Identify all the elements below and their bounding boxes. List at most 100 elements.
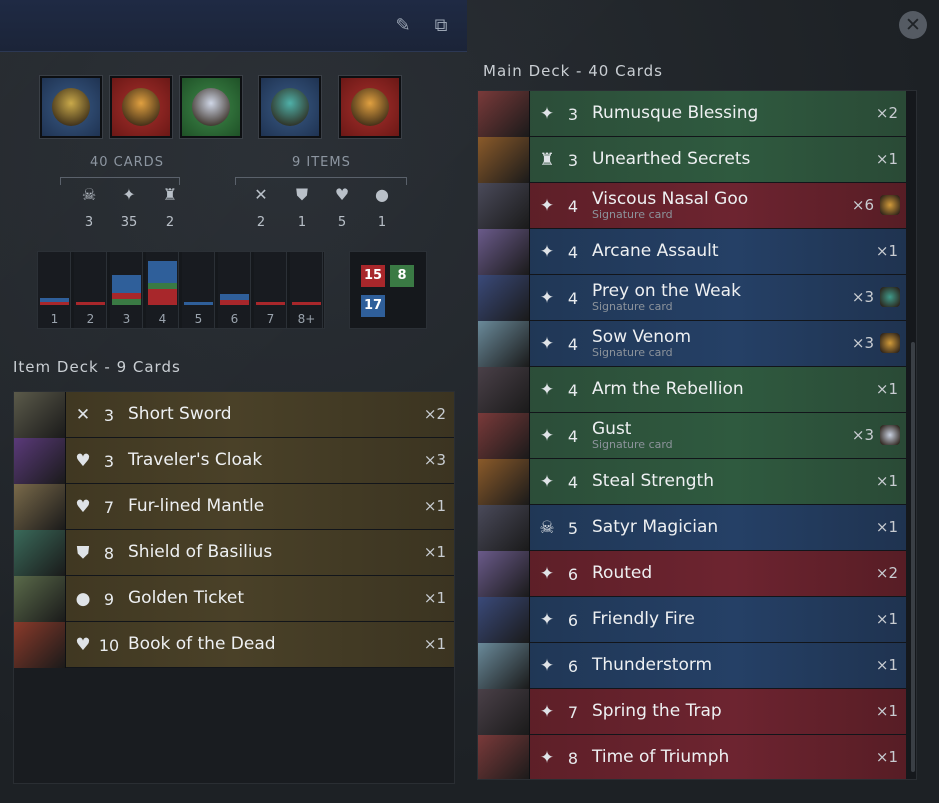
card-cost: 5 [567,518,579,538]
card-art-thumbnail [478,367,530,413]
curve-bar-blue [220,294,249,300]
curve-label: 1 [50,312,59,326]
curve-bar-red [292,302,321,305]
card-art-thumbnail [478,505,530,551]
card-row[interactable]: ♥ 10 Book of the Dead ×1 [14,622,454,668]
card-row[interactable]: ✦ 4 Viscous Nasal Goo Signature card ×6 [478,183,906,229]
card-cost: 4 [567,380,579,400]
hero-portrait[interactable] [110,76,172,138]
hero-portrait[interactable] [339,76,401,138]
card-cost: 3 [567,150,579,170]
card-row[interactable]: ♜ 3 Unearthed Secrets ×1 [478,137,906,183]
card-row[interactable]: ✕ 3 Short Sword ×2 [14,392,454,438]
card-row[interactable]: ✦ 4 Arm the Rebellion ×1 [478,367,906,413]
curve-column-3: 3 [110,252,143,328]
curve-bar-red [112,293,141,299]
card-body: ✕ 3 Short Sword ×2 [66,392,454,438]
card-count: ×3 [851,426,874,444]
spell-icon: ✦ [539,656,555,676]
card-row[interactable]: ✦ 8 Time of Triumph ×1 [478,735,906,779]
card-name-text: Arcane Assault [592,241,719,262]
cards-count-label: 40 CARDS [90,155,164,170]
card-row[interactable]: ✦ 6 Friendly Fire ×1 [478,597,906,643]
card-body: ✦ 4 Prey on the Weak Signature card ×3 [530,275,906,321]
card-name: Unearthed Secrets [592,150,750,169]
card-name: Satyr Magician [592,517,719,538]
card-row[interactable]: ☠ 5 Satyr Magician ×1 [478,505,906,551]
card-row[interactable]: ♥ 3 Traveler's Cloak ×3 [14,438,454,484]
card-name: Short Sword [128,405,232,424]
spell-icon: ✦ [539,380,555,400]
armor-icon: ⛊ [295,185,308,204]
close-icon[interactable]: ✕ [899,11,927,39]
card-count: ×6 [851,196,874,214]
card-cost: 9 [103,589,115,609]
card-row[interactable]: ⛊ 8 Shield of Basilius ×1 [14,530,454,576]
card-row[interactable]: ✦ 4 Arcane Assault ×1 [478,229,906,275]
stat-value: 1 [377,215,387,230]
card-name-text: Prey on the Weak [592,281,741,302]
card-body: ✦ 4 Arcane Assault ×1 [530,229,906,275]
signature-label: Signature card [592,300,673,314]
card-count: ×1 [875,610,898,628]
curve-label: 2 [86,312,95,326]
main-deck-list[interactable]: ✦ 3 Rumusque Blessing ×2 ♜ 3 Unearthed Secrets… [477,90,917,780]
card-row[interactable]: ✦ 4 Sow Venom Signature card ×3 [478,321,906,367]
card-name-text: Gust [592,419,632,440]
curve-column-2: 2 [74,252,107,328]
card-row[interactable]: ● 9 Golden Ticket ×1 [14,576,454,622]
main-deck-scrollbar[interactable] [911,342,915,772]
improvement-icon: ♜ [539,150,555,170]
card-count: ×2 [875,104,898,122]
card-name: Friendly Fire [592,609,695,630]
card-row[interactable]: ✦ 6 Routed ×2 [478,551,906,597]
card-row[interactable]: ✦ 4 Prey on the Weak Signature card ×3 [478,275,906,321]
card-row[interactable]: ♥ 7 Fur-lined Mantle ×1 [14,484,454,530]
card-count: ×1 [423,635,446,653]
card-name: Sow Venom Signature card [592,327,692,358]
card-art-thumbnail [14,392,66,438]
card-count: ×1 [423,589,446,607]
card-count: ×1 [875,472,898,490]
card-name-text: Routed [592,563,653,584]
mana-curve-chart: 1 2 3 4 5 6 7 8+ [37,251,325,329]
creep-icon: ☠ [539,518,555,538]
card-art-thumbnail [14,622,66,668]
consumable-icon: ● [375,185,389,204]
card-cost: 4 [567,426,579,446]
card-cost: 3 [567,104,579,124]
hero-portrait[interactable] [40,76,102,138]
card-art-thumbnail [14,576,66,622]
spell-icon: ✦ [122,185,136,204]
hero-face-icon [192,88,230,126]
card-name-text: Sow Venom [592,327,692,348]
card-body: ✦ 4 Arm the Rebellion ×1 [530,367,906,413]
card-row[interactable]: ✦ 4 Gust Signature card ×3 [478,413,906,459]
edit-icon[interactable]: ✎ [393,16,413,36]
card-name-text: Fur-lined Mantle [128,496,265,517]
spell-icon: ✦ [539,748,555,768]
card-row[interactable]: ✦ 6 Thunderstorm ×1 [478,643,906,689]
card-name-text: Viscous Nasal Goo [592,189,749,210]
signature-label: Signature card [592,438,673,452]
card-body: ♥ 7 Fur-lined Mantle ×1 [66,484,454,530]
copy-icon[interactable]: ⧉ [431,16,451,36]
stat-value: 35 [120,215,138,230]
card-row[interactable]: ✦ 4 Steal Strength ×1 [478,459,906,505]
curve-bar-green [112,299,141,305]
weapon-icon: ✕ [254,185,268,204]
card-name: Routed [592,563,653,584]
curve-column-4: 4 [146,252,179,328]
hero-face-icon [351,88,389,126]
card-row[interactable]: ✦ 3 Rumusque Blessing ×2 [478,91,906,137]
curve-label: 4 [158,312,167,326]
health-icon: ♥ [75,635,91,655]
card-row[interactable]: ✦ 7 Spring the Trap ×1 [478,689,906,735]
card-name-text: Satyr Magician [592,517,719,538]
green-count-badge: 8 [390,265,414,287]
item-deck-list: ✕ 3 Short Sword ×2 ♥ 3 Traveler's Cloak ×3 ♥ 7 Fur… [13,391,455,784]
card-name-text: Friendly Fire [592,609,695,630]
hero-portrait[interactable] [259,76,321,138]
hero-portrait[interactable] [180,76,242,138]
signature-hero-icon [880,287,900,307]
